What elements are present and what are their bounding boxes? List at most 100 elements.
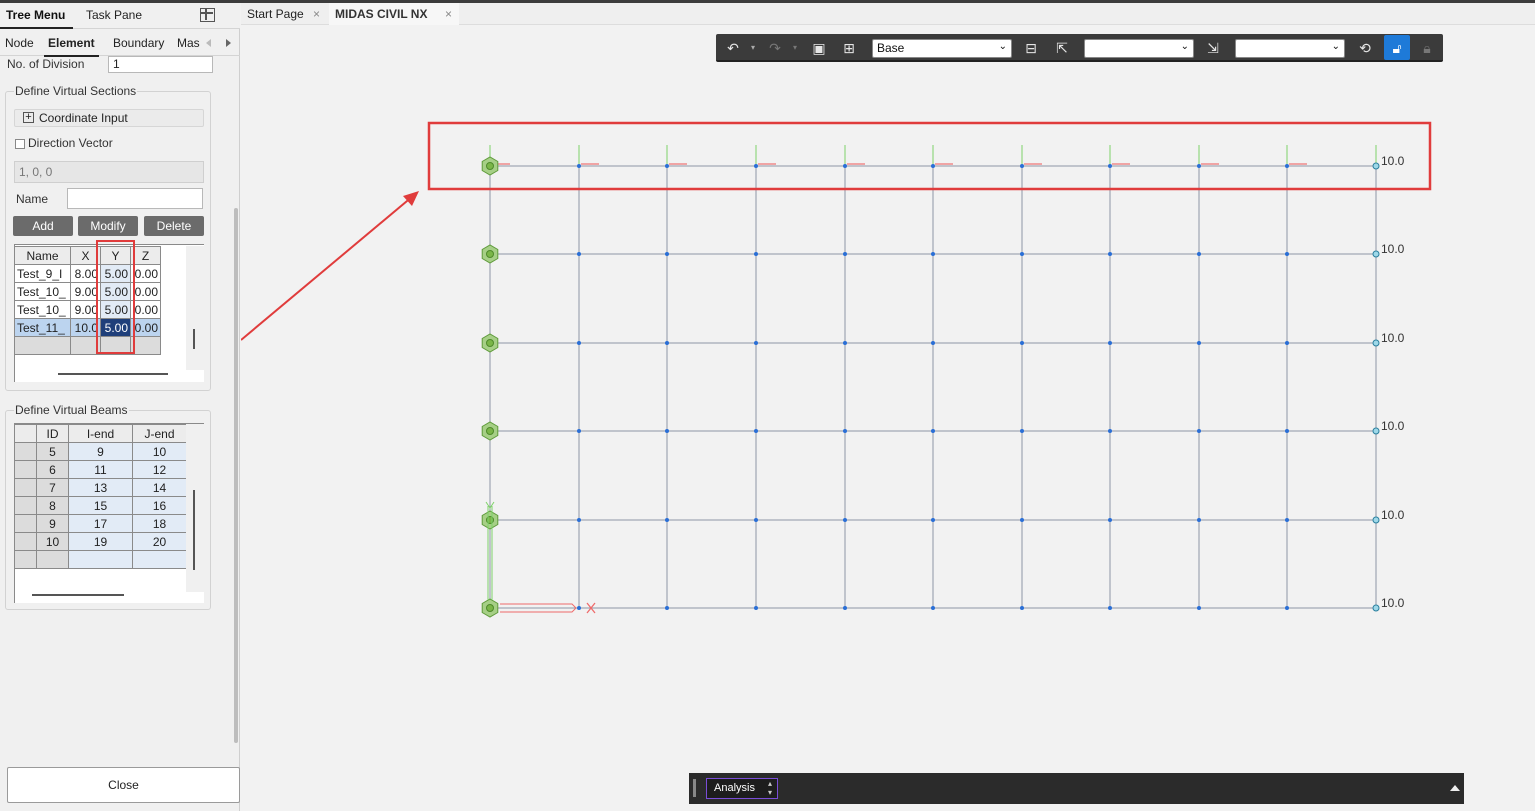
direction-vector-checkbox[interactable] <box>15 139 25 149</box>
cell-name[interactable]: Test_9_I <box>14 264 71 283</box>
row-header[interactable] <box>14 550 37 569</box>
table-row[interactable]: 9 17 18 <box>14 514 187 533</box>
node-dot <box>577 429 581 433</box>
col-header-i-end[interactable]: I-end <box>68 424 133 443</box>
cell-j-end[interactable]: 10 <box>132 442 187 461</box>
node-dot <box>1197 164 1201 168</box>
sections-scrollbar[interactable] <box>193 329 195 349</box>
cell-empty[interactable] <box>14 336 71 355</box>
node-dot <box>931 518 935 522</box>
delete-button[interactable]: Delete <box>144 216 204 236</box>
mode-select[interactable]: Analysis ▴ ▾ <box>706 778 778 799</box>
close-icon[interactable]: × <box>445 3 452 25</box>
row-header[interactable] <box>14 442 37 461</box>
subtab-mass[interactable]: Mas <box>177 36 200 50</box>
close-icon[interactable]: × <box>313 3 320 25</box>
cell-i-end[interactable]: 17 <box>68 514 133 533</box>
cell-name[interactable]: Test_10_ <box>14 282 71 301</box>
cell-i-end[interactable]: 9 <box>68 442 133 461</box>
name-field[interactable] <box>67 188 203 209</box>
chevron-right-icon[interactable] <box>226 39 231 47</box>
cell-j-end[interactable]: 20 <box>132 532 187 551</box>
row-header[interactable] <box>14 532 37 551</box>
no-of-division-field[interactable]: 1 <box>108 56 213 73</box>
cell-id[interactable]: 5 <box>36 442 69 461</box>
cell-z[interactable]: 0.00 <box>130 282 161 301</box>
row-header[interactable] <box>14 478 37 497</box>
drag-handle[interactable] <box>693 779 696 797</box>
coordinate-input-row[interactable]: + Coordinate Input <box>14 109 204 127</box>
table-row[interactable]: 7 13 14 <box>14 478 187 497</box>
tab-task-pane[interactable]: Task Pane <box>86 8 142 22</box>
col-header-name[interactable]: Name <box>14 246 71 265</box>
table-row[interactable]: 10 19 20 <box>14 532 187 551</box>
support-icon <box>486 250 494 258</box>
tab-tree-menu[interactable]: Tree Menu <box>0 8 74 29</box>
cell-z[interactable]: 0.00 <box>130 318 161 337</box>
row-header[interactable] <box>14 460 37 479</box>
node-dot <box>1020 429 1024 433</box>
cell-empty[interactable] <box>68 550 133 569</box>
cell-id[interactable]: 6 <box>36 460 69 479</box>
table-row[interactable]: 5 9 10 <box>14 442 187 461</box>
table-row[interactable]: 8 15 16 <box>14 496 187 515</box>
add-button[interactable]: Add <box>13 216 73 236</box>
sub-tabs: Node Element Boundary Mas <box>0 29 240 57</box>
cell-i-end[interactable]: 15 <box>68 496 133 515</box>
expand-up-icon[interactable] <box>1450 785 1460 791</box>
table-row[interactable]: Test_10_ 9.00 5.00 0.00 <box>14 282 161 301</box>
subtab-element[interactable]: Element <box>44 36 99 57</box>
expand-icon[interactable]: + <box>23 112 34 123</box>
node-dot <box>843 429 847 433</box>
table-row[interactable]: Test_10_ 9.00 5.00 0.00 <box>14 300 161 319</box>
row-header[interactable] <box>14 496 37 515</box>
cell-i-end[interactable]: 13 <box>68 478 133 497</box>
chevron-left-icon[interactable] <box>206 39 211 47</box>
beams-scrollbar[interactable] <box>193 490 195 570</box>
node-dot <box>754 252 758 256</box>
cell-name[interactable]: Test_10_ <box>14 300 71 319</box>
subtab-node[interactable]: Node <box>5 36 34 50</box>
cell-z[interactable]: 0.00 <box>130 300 161 319</box>
sections-hscrollbar[interactable] <box>58 373 168 375</box>
table-row-selected[interactable]: Test_11_ 10.0 5.00 0.00 <box>14 318 161 337</box>
node-dot <box>1020 606 1024 610</box>
beams-hscrollbar[interactable] <box>32 594 124 596</box>
cell-j-end[interactable]: 16 <box>132 496 187 515</box>
table-row-new[interactable] <box>14 550 187 569</box>
cell-id[interactable]: 9 <box>36 514 69 533</box>
model-viewport[interactable]: 10.0 10.0 10.0 10.0 10.0 10.0 <box>241 26 1535 771</box>
cell-empty[interactable] <box>132 550 187 569</box>
cell-j-end[interactable]: 18 <box>132 514 187 533</box>
table-row[interactable]: 6 11 12 <box>14 460 187 479</box>
table-row-new[interactable] <box>14 336 161 355</box>
cell-j-end[interactable]: 14 <box>132 478 187 497</box>
cell-i-end[interactable]: 19 <box>68 532 133 551</box>
cell-id[interactable]: 10 <box>36 532 69 551</box>
cell-j-end[interactable]: 12 <box>132 460 187 479</box>
cell-empty[interactable] <box>36 550 69 569</box>
cell-empty[interactable] <box>130 336 161 355</box>
subtab-boundary[interactable]: Boundary <box>113 36 164 50</box>
beam-gridlines <box>489 165 1377 609</box>
table-row[interactable]: Test_9_I 8.00 5.00 0.00 <box>14 264 161 283</box>
node-dot <box>1285 164 1289 168</box>
cell-id[interactable]: 7 <box>36 478 69 497</box>
panel-scrollbar[interactable] <box>234 208 238 743</box>
cell-name[interactable]: Test_11_ <box>14 318 71 337</box>
col-header-z[interactable]: Z <box>130 246 161 265</box>
tab-midas-civil[interactable]: MIDAS CIVIL NX × <box>329 3 459 25</box>
cell-id[interactable]: 8 <box>36 496 69 515</box>
cell-i-end[interactable]: 11 <box>68 460 133 479</box>
close-button[interactable]: Close <box>7 767 240 803</box>
tab-start-page[interactable]: Start Page × <box>241 3 329 25</box>
modify-button[interactable]: Modify <box>78 216 138 236</box>
col-header-j-end[interactable]: J-end <box>132 424 187 443</box>
col-header-id[interactable]: ID <box>36 424 69 443</box>
node-dot <box>931 252 935 256</box>
end-node <box>1372 162 1380 170</box>
row-header[interactable] <box>14 514 37 533</box>
layout-icon[interactable] <box>200 8 215 22</box>
cell-z[interactable]: 0.00 <box>130 264 161 283</box>
tab-label: MIDAS CIVIL NX <box>335 7 428 21</box>
